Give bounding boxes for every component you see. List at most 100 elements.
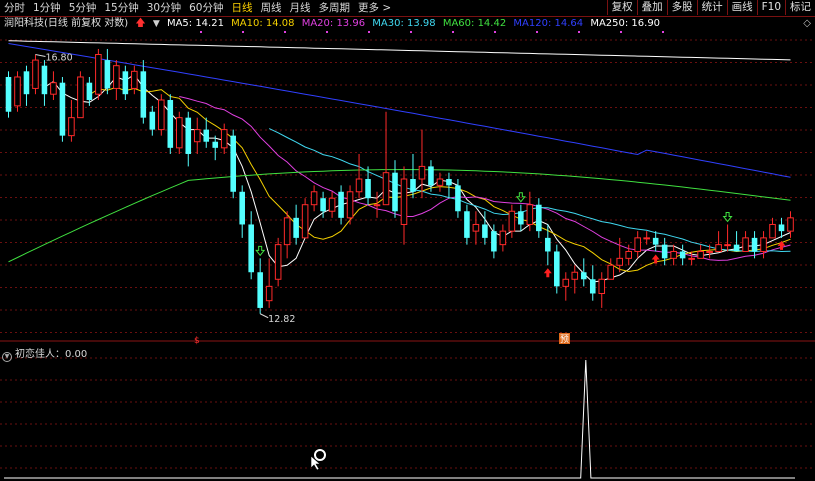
candle-body: [68, 117, 75, 137]
candle-body: [320, 198, 326, 212]
candle-body: [652, 237, 659, 245]
candle-body: [50, 82, 57, 95]
candle-body: [697, 250, 704, 259]
high-pointer: [35, 54, 46, 57]
candle-body: [562, 278, 570, 287]
kline-chart[interactable]: 16.80 12.82 $ 预: [0, 0, 815, 481]
candle-body: [733, 244, 740, 252]
candle-body: [769, 223, 776, 239]
candle-body: [418, 165, 426, 180]
buy-arrow-icon: [651, 254, 660, 264]
low-price-label: 12.82: [268, 314, 295, 325]
ma120-line: [8, 43, 791, 178]
candle-body: [104, 60, 111, 89]
candle-body: [536, 204, 542, 232]
signal-dot: [536, 31, 538, 33]
buy-arrow-icon: [543, 268, 552, 278]
candle-body: [589, 279, 596, 294]
candle-body: [554, 251, 560, 287]
candle-body: [293, 217, 299, 238]
candle-body: [346, 191, 354, 219]
candle-body: [436, 178, 444, 186]
candle-body: [274, 244, 282, 280]
signal-dot: [452, 31, 454, 33]
candle-body: [455, 185, 461, 212]
candle-body: [607, 264, 615, 280]
candle-body: [310, 191, 318, 206]
candle-body: [230, 135, 236, 192]
candle-body: [545, 237, 551, 252]
candle-body: [482, 224, 488, 238]
signal-dot: [410, 31, 412, 33]
candle-body: [598, 278, 606, 294]
candle-body: [365, 179, 371, 199]
candle-body: [257, 272, 263, 308]
candle-body: [149, 111, 156, 130]
candle-body: [679, 251, 686, 259]
candle-body: [382, 172, 390, 206]
candle-body: [410, 179, 416, 192]
signal-dot: [662, 31, 664, 33]
candle-body: [338, 191, 344, 218]
candle-body: [751, 237, 758, 252]
candle-body: [778, 224, 785, 232]
candle-body: [283, 217, 291, 246]
signal-dot: [494, 31, 496, 33]
candle-body: [5, 76, 12, 112]
pre-marker-label: 预: [560, 334, 569, 345]
candle-body: [373, 204, 381, 207]
candle-body: [508, 210, 516, 232]
ma250-line: [8, 40, 791, 61]
candle-body: [580, 272, 587, 280]
candle-body: [32, 59, 39, 89]
candle-body: [220, 129, 228, 149]
candle-body: [248, 224, 254, 273]
signal-dot: [368, 31, 370, 33]
candle-body: [175, 117, 183, 149]
candle-body: [446, 179, 452, 186]
candle-body: [212, 141, 219, 148]
signal-dot: [326, 31, 328, 33]
candle-body: [400, 178, 408, 225]
sell-arrow-icon: [255, 245, 266, 257]
candle-body: [688, 257, 695, 260]
candle-body: [625, 250, 632, 259]
candle-body: [113, 65, 120, 89]
candle-body: [355, 178, 363, 193]
candle-body: [239, 191, 245, 225]
indicator-title: ▼ 初恋佳人：0.00: [2, 345, 87, 362]
candle-body: [491, 231, 497, 252]
signal-dot: [578, 31, 580, 33]
candle-body: [59, 82, 66, 136]
candle-body: [643, 237, 650, 240]
signal-dot: [284, 31, 286, 33]
candle-body: [122, 71, 129, 95]
candle-body: [23, 71, 30, 95]
busy-cursor-icon: [314, 449, 326, 461]
low-pointer: [259, 313, 269, 319]
candle-body: [77, 76, 84, 119]
high-price-label: 16.80: [45, 53, 72, 64]
candle-body: [392, 172, 398, 212]
candle-body: [265, 285, 273, 302]
candle-body: [472, 223, 480, 232]
candle-body: [203, 129, 210, 142]
candle-body: [193, 129, 201, 143]
candle-body: [464, 211, 470, 238]
candle-body: [499, 230, 507, 246]
candle-body: [706, 250, 713, 253]
indicator-toggle-icon[interactable]: ▼: [2, 352, 12, 362]
candle-body: [571, 271, 579, 280]
candle-body: [131, 70, 138, 89]
candle-body: [158, 99, 165, 131]
candle-body: [724, 244, 731, 247]
candle-body: [518, 211, 524, 225]
candle-body: [301, 204, 309, 239]
candle-body: [634, 237, 641, 252]
candle-body: [616, 257, 624, 266]
candle-body: [185, 117, 192, 154]
candle-body: [167, 100, 174, 148]
signal-dot: [200, 31, 202, 33]
candle-body: [670, 250, 677, 259]
ma5-line: [44, 74, 791, 283]
